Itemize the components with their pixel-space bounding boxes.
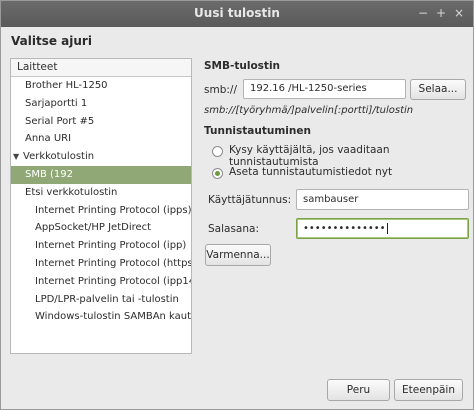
device-item[interactable]: Internet Printing Protocol (ipps): [11, 202, 191, 220]
device-item-label: Windows-tulostin SAMBAn kautta: [35, 311, 191, 323]
device-item-label: Internet Printing Protocol (ipp14): [35, 275, 191, 287]
device-item[interactable]: Etsi verkkotulostin: [11, 184, 191, 202]
username-label: Käyttäjätunnus:: [208, 194, 292, 206]
device-item[interactable]: LPD/LPR-palvelin tai -tulostin: [11, 291, 191, 309]
device-item[interactable]: SMB (192: [11, 165, 191, 184]
device-item[interactable]: Internet Printing Protocol (ipp): [11, 237, 191, 255]
cancel-button[interactable]: Peru: [327, 379, 390, 401]
device-item-label: Verkkotulostin: [23, 151, 95, 163]
expander-triangle-icon[interactable]: ▼: [13, 148, 23, 166]
auth-section-title: Tunnistautuminen: [204, 125, 311, 137]
minimize-icon[interactable]: −: [415, 5, 431, 21]
smb-uri-hint: smb://[työryhmä/]palvelin[:portti]/tulos…: [204, 105, 414, 116]
device-item-label: Sarjaportti 1: [25, 97, 88, 109]
radio-ask-user-label[interactable]: Kysy käyttäjältä, jos vaaditaan tunnista…: [229, 144, 473, 168]
device-item-label: Serial Port #5: [25, 115, 95, 127]
device-item[interactable]: Windows-tulostin SAMBAn kautta: [11, 308, 191, 326]
radio-ask-user[interactable]: [212, 146, 223, 157]
password-value: ••••••••••••••: [303, 223, 386, 234]
new-printer-dialog: Uusi tulostin − + × Valitse ajuri Laitte…: [0, 0, 474, 410]
device-item[interactable]: Internet Printing Protocol (ipp14): [11, 273, 191, 291]
radio-set-credentials[interactable]: [212, 168, 223, 179]
device-item[interactable]: AppSocket/HP JetDirect: [11, 219, 191, 237]
device-item-label: LPD/LPR-palvelin tai -tulostin: [35, 293, 179, 305]
device-item[interactable]: Serial Port #5: [11, 113, 191, 131]
device-item-label: Internet Printing Protocol (https): [35, 257, 191, 269]
next-button[interactable]: Eteenpäin: [394, 379, 463, 401]
smb-prefix-label: smb://: [204, 84, 237, 96]
text-cursor: [386, 222, 388, 234]
radio-set-credentials-label[interactable]: Aseta tunnistautumistiedot nyt: [229, 166, 392, 178]
device-item-label: SMB (192: [25, 168, 74, 180]
titlebar[interactable]: Uusi tulostin − + ×: [1, 1, 473, 27]
maximize-icon[interactable]: +: [433, 5, 449, 21]
device-item-label: AppSocket/HP JetDirect: [35, 222, 152, 234]
device-item[interactable]: Sarjaportti 1: [11, 95, 191, 113]
device-list-header[interactable]: Laitteet: [11, 59, 191, 77]
device-item-label: Internet Printing Protocol (ipp): [35, 240, 187, 252]
device-item[interactable]: Internet Printing Protocol (https): [11, 255, 191, 273]
browse-button[interactable]: Selaa...: [410, 79, 466, 100]
device-list[interactable]: Laitteet Brother HL-1250 Sarjaportti 1 Ser…: [10, 58, 192, 354]
close-icon[interactable]: ×: [451, 5, 467, 21]
username-input[interactable]: sambauser: [296, 189, 469, 210]
window-title: Uusi tulostin: [194, 6, 280, 20]
page-heading: Valitse ajuri: [11, 34, 92, 48]
smb-section-title: SMB-tulostin: [204, 60, 281, 72]
device-item-label: Anna URI: [25, 133, 72, 145]
device-item-label: Brother HL-1250: [25, 80, 108, 91]
device-item-label: Etsi verkkotulostin: [25, 186, 118, 198]
password-input[interactable]: ••••••••••••••: [296, 218, 469, 239]
password-label: Salasana:: [208, 223, 259, 235]
smb-uri-input[interactable]: 192.16 /HL-1250-series: [243, 79, 406, 99]
verify-button[interactable]: Varmenna...: [205, 244, 271, 266]
device-item-label: Internet Printing Protocol (ipps): [35, 204, 191, 216]
device-item[interactable]: Anna URI: [11, 130, 191, 148]
device-item[interactable]: ▼ Verkkotulostin: [11, 148, 191, 166]
device-item[interactable]: Brother HL-1250: [11, 77, 191, 95]
